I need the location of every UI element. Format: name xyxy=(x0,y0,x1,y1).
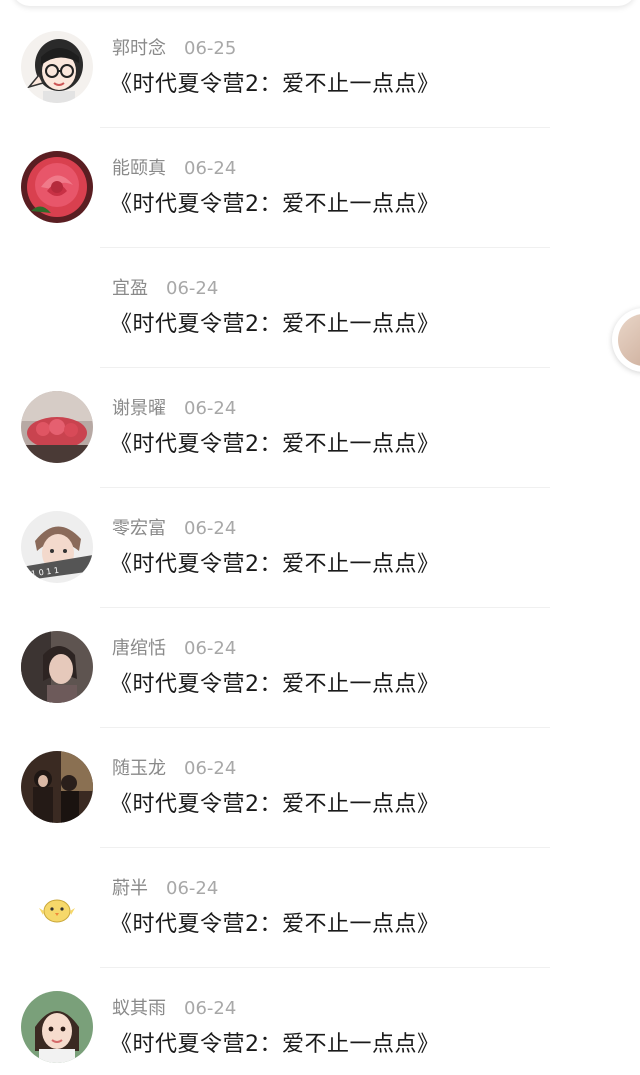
floating-avatar-image xyxy=(618,314,640,366)
list-item[interactable]: 宜盈 06-24 《时代夏令营2：爱不止一点点》 xyxy=(0,240,640,360)
comment-title[interactable]: 《时代夏令营2：爱不止一点点》 xyxy=(110,788,440,822)
list-item[interactable]: 郭时念 06-25 《时代夏令营2：爱不止一点点》 xyxy=(0,0,640,120)
comment-date: 06-24 xyxy=(166,878,219,899)
comment-title[interactable]: 《时代夏令营2：爱不止一点点》 xyxy=(110,308,440,342)
comment-date: 06-24 xyxy=(184,758,237,779)
comment-date: 06-24 xyxy=(184,998,237,1019)
comment-meta: 能颐真 06-24 xyxy=(112,156,236,182)
list-item[interactable]: 随玉龙 06-24 《时代夏令营2：爱不止一点点》 xyxy=(0,720,640,840)
comment-date: 06-25 xyxy=(184,38,237,59)
user-name[interactable]: 宜盈 xyxy=(112,278,148,299)
comment-meta: 谢景曜 06-24 xyxy=(112,396,236,422)
comment-list-screen: 郭时念 06-25 《时代夏令营2：爱不止一点点》 能颐真 06-24 《时代夏… xyxy=(0,0,640,1075)
avatar[interactable] xyxy=(21,631,93,703)
comment-date: 06-24 xyxy=(166,278,219,299)
list-item[interactable]: 蔚半 06-24 《时代夏令营2：爱不止一点点》 xyxy=(0,840,640,960)
comment-title[interactable]: 《时代夏令营2：爱不止一点点》 xyxy=(110,68,440,102)
pink-rose-avatar-icon xyxy=(21,151,93,223)
comment-title[interactable]: 《时代夏令营2：爱不止一点点》 xyxy=(110,1028,440,1062)
couple-photo-avatar-icon xyxy=(21,751,93,823)
comment-meta: 蔚半 06-24 xyxy=(112,876,218,902)
user-name[interactable]: 唐绾恬 xyxy=(112,638,166,659)
comment-date: 06-24 xyxy=(184,638,237,659)
comment-meta: 郭时念 06-25 xyxy=(112,36,236,62)
comment-title[interactable]: 《时代夏令营2：爱不止一点点》 xyxy=(110,908,440,942)
blank-avatar-icon xyxy=(21,271,93,343)
boy-portrait-avatar-icon: 1 0 1 1 xyxy=(21,511,93,583)
comment-meta: 零宏富 06-24 xyxy=(112,516,236,542)
user-name[interactable]: 随玉龙 xyxy=(112,758,166,779)
comment-title[interactable]: 《时代夏令营2：爱不止一点点》 xyxy=(110,188,440,222)
avatar[interactable]: 1 0 1 1 xyxy=(21,511,93,583)
red-roses-avatar-icon xyxy=(21,391,93,463)
user-name[interactable]: 谢景曜 xyxy=(112,398,166,419)
comment-title[interactable]: 《时代夏令营2：爱不止一点点》 xyxy=(110,428,440,462)
comment-date: 06-24 xyxy=(184,158,237,179)
user-name[interactable]: 郭时念 xyxy=(112,38,166,59)
comment-meta: 宜盈 06-24 xyxy=(112,276,218,302)
avatar[interactable] xyxy=(21,991,93,1063)
dark-portrait-avatar-icon xyxy=(21,631,93,703)
user-name[interactable]: 蔚半 xyxy=(112,878,148,899)
user-name[interactable]: 蚁其雨 xyxy=(112,998,166,1019)
cartoon-girl-glasses-avatar-icon xyxy=(21,31,93,103)
list-item[interactable]: 蚁其雨 06-24 《时代夏令营2：爱不止一点点》 xyxy=(0,960,640,1075)
avatar[interactable] xyxy=(21,31,93,103)
avatar[interactable] xyxy=(21,751,93,823)
user-name[interactable]: 能颐真 xyxy=(112,158,166,179)
comment-date: 06-24 xyxy=(184,398,237,419)
list-item[interactable]: 谢景曜 06-24 《时代夏令营2：爱不止一点点》 xyxy=(0,360,640,480)
list-item[interactable]: 唐绾恬 06-24 《时代夏令营2：爱不止一点点》 xyxy=(0,600,640,720)
list-item[interactable]: 1 0 1 1 零宏富 06-24 《时代夏令营2：爱不止一点点》 xyxy=(0,480,640,600)
avatar[interactable] xyxy=(21,871,93,943)
avatar[interactable] xyxy=(21,271,93,343)
comment-meta: 唐绾恬 06-24 xyxy=(112,636,236,662)
avatar[interactable] xyxy=(21,151,93,223)
yellow-chick-avatar-icon xyxy=(21,871,93,943)
comment-meta: 随玉龙 06-24 xyxy=(112,756,236,782)
comment-title[interactable]: 《时代夏令营2：爱不止一点点》 xyxy=(110,668,440,702)
comment-meta: 蚁其雨 06-24 xyxy=(112,996,236,1022)
little-girl-avatar-icon xyxy=(21,991,93,1063)
avatar[interactable] xyxy=(21,391,93,463)
user-name[interactable]: 零宏富 xyxy=(112,518,166,539)
list-item[interactable]: 能颐真 06-24 《时代夏令营2：爱不止一点点》 xyxy=(0,120,640,240)
comment-date: 06-24 xyxy=(184,518,237,539)
comment-title[interactable]: 《时代夏令营2：爱不止一点点》 xyxy=(110,548,440,582)
